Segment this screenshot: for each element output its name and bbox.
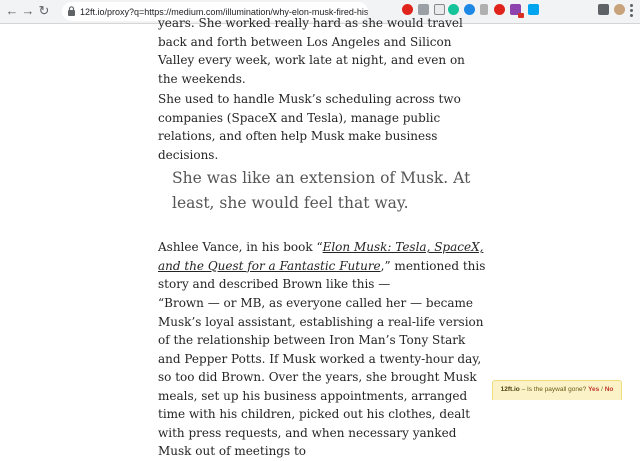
pull-quote: She was like an extension of Musk. At le… — [172, 169, 471, 212]
lock-icon — [68, 6, 75, 16]
back-button[interactable]: ← — [4, 3, 20, 19]
paragraph: Ashlee Vance, in his book “Elon Musk: Te… — [158, 238, 488, 294]
profile-icon[interactable] — [614, 4, 625, 15]
puzzle-icon[interactable] — [598, 4, 609, 15]
popup-brand: 12ft.io — [500, 386, 520, 393]
popup-question: – Is the paywall gone? — [519, 386, 589, 393]
menu-icon[interactable] — [630, 4, 634, 18]
reload-button[interactable]: ↻ — [36, 3, 52, 19]
forward-button[interactable]: → — [20, 3, 36, 19]
paragraph: She used to handle Musk’s scheduling acr… — [158, 92, 461, 162]
paragraph-text: Ashlee Vance, in his book “ — [158, 240, 323, 254]
paragraph: “Brown — or MB, as everyone called her —… — [158, 296, 484, 458]
colorful-ext-icon[interactable] — [510, 4, 524, 18]
paragraph: years. She worked really hard as she wou… — [158, 16, 465, 86]
opera-icon[interactable] — [494, 4, 505, 15]
windows-icon[interactable] — [528, 4, 539, 15]
paywall-popup: 12ft.io – Is the paywall gone? Yes / No — [492, 380, 622, 400]
yes-button[interactable]: Yes — [588, 386, 599, 393]
no-button[interactable]: No — [605, 386, 614, 393]
